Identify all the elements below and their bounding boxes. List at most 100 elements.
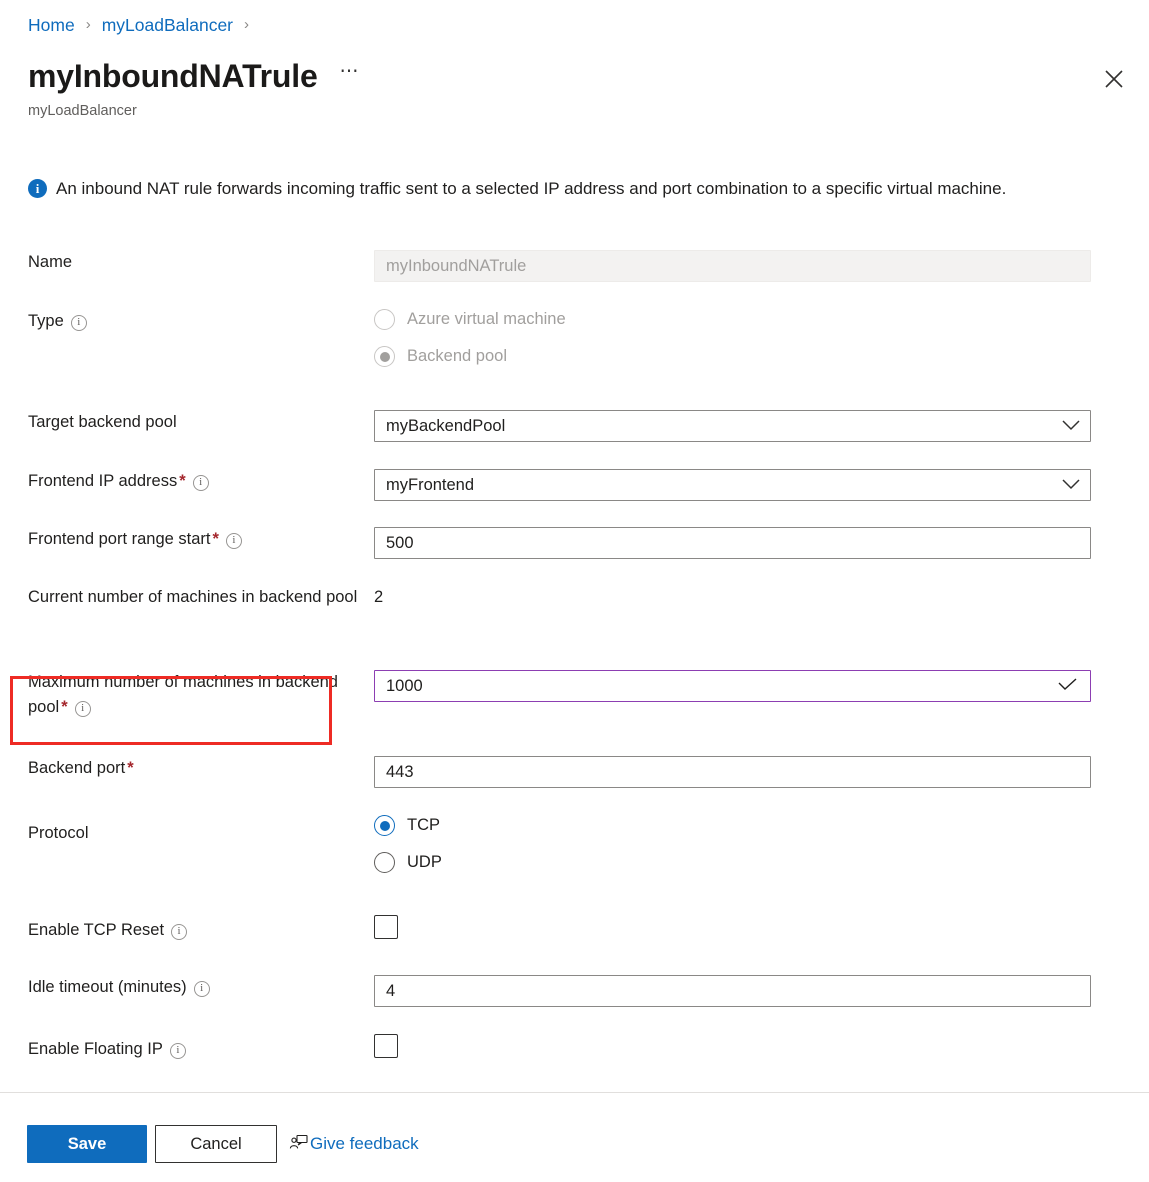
save-button[interactable]: Save: [27, 1125, 147, 1163]
enable-floating-ip-label: Enable Floating IP i: [0, 1034, 374, 1062]
chevron-down-icon: [1062, 476, 1080, 495]
form-row-frontend-ip-address: Frontend IP address* i myFrontend: [0, 469, 1149, 527]
form-row-frontend-port-range-start: Frontend port range start* i 500: [0, 527, 1149, 585]
required-marker: *: [213, 530, 219, 548]
cancel-button[interactable]: Cancel: [155, 1125, 277, 1163]
name-label: Name: [0, 250, 374, 275]
enable-tcp-reset-info-icon[interactable]: i: [171, 924, 187, 940]
type-radio-label: Azure virtual machine: [407, 310, 566, 329]
close-icon[interactable]: [1097, 62, 1131, 96]
frontend-port-range-start-control: 500: [374, 527, 1091, 559]
enable-floating-ip-control: [374, 1034, 1091, 1058]
frontend-ip-address-label: Frontend IP address* i: [0, 469, 374, 494]
backend-port-input[interactable]: 443: [374, 756, 1091, 788]
protocol-radio-udp[interactable]: UDP: [374, 852, 1091, 873]
frontend-port-range-start-input[interactable]: 500: [374, 527, 1091, 559]
protocol-radio-group: TCP UDP: [374, 815, 1091, 873]
idle-timeout-info-icon[interactable]: i: [194, 981, 210, 997]
form-row-current-machines: Current number of machines in backend po…: [0, 585, 1149, 670]
current-machines-label: Current number of machines in backend po…: [0, 585, 374, 610]
protocol-radio-label: TCP: [407, 816, 440, 835]
radio-unselected-icon: [374, 309, 395, 330]
required-marker: *: [61, 698, 67, 716]
maximum-machines-info-icon[interactable]: i: [75, 701, 91, 717]
idle-timeout-label: Idle timeout (minutes) i: [0, 975, 374, 1000]
enable-tcp-reset-label-text: Enable TCP Reset: [28, 921, 164, 939]
type-label: Typei: [0, 309, 374, 334]
name-control: myInboundNATrule: [374, 250, 1091, 282]
page-subtitle: myLoadBalancer: [28, 101, 137, 121]
frontend-ip-address-info-icon[interactable]: i: [193, 475, 209, 491]
feedback-person-icon: [289, 1132, 309, 1157]
radio-unselected-icon: [374, 852, 395, 873]
current-machines-value: 2: [374, 585, 1091, 610]
info-banner: i An inbound NAT rule forwards incoming …: [28, 176, 1088, 202]
name-input: myInboundNATrule: [374, 250, 1091, 282]
frontend-ip-address-value: myFrontend: [386, 476, 474, 495]
form-row-target-backend-pool: Target backend pool myBackendPool: [0, 410, 1149, 469]
maximum-machines-control: 1000: [374, 670, 1091, 702]
protocol-radio-tcp[interactable]: TCP: [374, 815, 1091, 836]
form-row-backend-port: Backend port* 443: [0, 756, 1149, 815]
target-backend-pool-control: myBackendPool: [374, 410, 1091, 442]
checkmark-icon: [1058, 671, 1077, 701]
footer-divider: [0, 1092, 1149, 1093]
enable-floating-ip-checkbox[interactable]: [374, 1034, 398, 1058]
form-row-enable-floating-ip: Enable Floating IP i: [0, 1034, 1149, 1084]
backend-port-label: Backend port*: [0, 756, 374, 781]
more-options-button[interactable]: ⋯: [336, 61, 363, 91]
type-radio-backend-pool: Backend pool: [374, 346, 1091, 367]
protocol-label: Protocol: [0, 815, 374, 846]
type-radio-label: Backend pool: [407, 347, 507, 366]
form-row-enable-tcp-reset: Enable TCP Reset i: [0, 915, 1149, 975]
enable-tcp-reset-checkbox[interactable]: [374, 915, 398, 939]
radio-selected-icon: [374, 815, 395, 836]
breadcrumb-item-myloadbalancer[interactable]: myLoadBalancer: [102, 14, 233, 36]
frontend-port-range-start-info-icon[interactable]: i: [226, 533, 242, 549]
frontend-port-range-start-label-text: Frontend port range start: [28, 530, 211, 548]
target-backend-pool-label: Target backend pool: [0, 410, 374, 435]
chevron-down-icon: [1062, 417, 1080, 436]
nat-rule-form: Name myInboundNATrule Typei Azure virtua…: [0, 250, 1149, 1084]
form-row-maximum-machines: Maximum number of machines in backend po…: [0, 670, 1149, 756]
type-info-icon[interactable]: i: [71, 315, 87, 331]
form-row-idle-timeout: Idle timeout (minutes) i 4: [0, 975, 1149, 1034]
title-row: myInboundNATrule ⋯: [28, 55, 363, 97]
type-radio-group: Azure virtual machine Backend pool: [374, 309, 1091, 367]
info-circle-icon: i: [28, 179, 47, 198]
maximum-machines-input[interactable]: 1000: [374, 670, 1091, 702]
protocol-radio-label: UDP: [407, 853, 442, 872]
frontend-ip-address-control: myFrontend: [374, 469, 1091, 501]
backend-port-control: 443: [374, 756, 1091, 788]
form-row-protocol: Protocol TCP UDP: [0, 815, 1149, 915]
breadcrumb-separator-icon: ›: [244, 14, 249, 36]
give-feedback-link[interactable]: Give feedback: [289, 1132, 419, 1157]
target-backend-pool-value: myBackendPool: [386, 417, 505, 436]
maximum-machines-value: 1000: [386, 671, 423, 701]
target-backend-pool-dropdown[interactable]: myBackendPool: [374, 410, 1091, 442]
idle-timeout-control: 4: [374, 975, 1091, 1007]
breadcrumb-separator-icon: ›: [86, 14, 91, 36]
enable-tcp-reset-control: [374, 915, 1091, 939]
enable-floating-ip-label-text: Enable Floating IP: [28, 1040, 163, 1058]
enable-tcp-reset-label: Enable TCP Reset i: [0, 915, 374, 943]
required-marker: *: [127, 759, 133, 777]
frontend-ip-address-dropdown[interactable]: myFrontend: [374, 469, 1091, 501]
current-machines-control: 2: [374, 585, 1091, 610]
breadcrumb-item-home[interactable]: Home: [28, 14, 75, 36]
type-radio-azure-virtual-machine: Azure virtual machine: [374, 309, 1091, 330]
info-banner-text: An inbound NAT rule forwards incoming tr…: [56, 176, 1006, 202]
form-row-name: Name myInboundNATrule: [0, 250, 1149, 309]
required-marker: *: [179, 472, 185, 490]
frontend-ip-address-label-text: Frontend IP address: [28, 472, 177, 490]
idle-timeout-label-text: Idle timeout (minutes): [28, 978, 187, 996]
idle-timeout-input[interactable]: 4: [374, 975, 1091, 1007]
protocol-control: TCP UDP: [374, 815, 1091, 873]
footer-actions: Save Cancel Give feedback: [27, 1125, 419, 1163]
radio-selected-icon: [374, 346, 395, 367]
maximum-machines-label: Maximum number of machines in backend po…: [0, 670, 374, 720]
enable-floating-ip-info-icon[interactable]: i: [170, 1043, 186, 1059]
backend-port-label-text: Backend port: [28, 759, 125, 777]
type-label-text: Type: [28, 312, 64, 330]
frontend-port-range-start-label: Frontend port range start* i: [0, 527, 374, 552]
